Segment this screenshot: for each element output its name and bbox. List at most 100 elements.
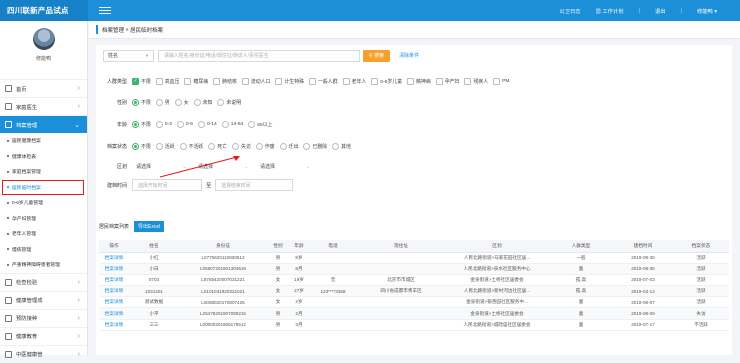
chevron-down-icon: ⌄ (306, 163, 310, 169)
sidebar-item-home[interactable]: 首页 › (0, 79, 87, 97)
sidebar-item-label: 档案管理 (16, 122, 38, 129)
export-excel-button[interactable]: 导出Excel (134, 220, 165, 232)
user-menu[interactable]: 修能鸭 ▾ (697, 7, 717, 15)
table-row[interactable]: 档案详情 小红 L0775620110830512 男 8岁 人民北路街道>马家花园社区居… (99, 252, 729, 264)
sidebar-item-health-management[interactable]: 健康管理成 › (0, 290, 87, 309)
table-cell: 小红 (129, 252, 179, 264)
gender-option[interactable]: 女 (174, 98, 189, 106)
date-start-input[interactable]: 选择开始时间 (132, 179, 202, 191)
table-cell: 2019-08-07 (613, 296, 673, 309)
table-row[interactable]: 档案详情 1031401 L0101031920321021 女 27岁 123****3… (99, 285, 729, 298)
record-detail-link[interactable]: 档案详情 (99, 319, 129, 331)
status-option[interactable]: 失访 (232, 142, 251, 150)
sidebar-item-tcm[interactable]: 中医健康管 › (0, 344, 87, 363)
status-option[interactable]: 不活跃 (179, 142, 203, 150)
crowd-option[interactable]: 老年人 (342, 77, 366, 85)
sidebar-item-label: 健康管理成 (16, 298, 43, 304)
option-label: 死亡 (217, 144, 228, 150)
crowd-option[interactable]: 高血压 (155, 77, 179, 85)
sidebar-item-education[interactable]: 健康教育 › (0, 326, 87, 345)
age-option[interactable]: 14-64 (221, 120, 243, 128)
status-option[interactable]: 作废 (255, 142, 275, 150)
top-link-plan[interactable]: ▦ 工作计划 (596, 7, 624, 15)
crowd-option[interactable]: 精神病 (407, 77, 431, 85)
radio-selected-icon (132, 142, 139, 150)
gender-option[interactable]: 不限 (132, 98, 151, 106)
clear-filters-link[interactable]: 清除条件 (399, 52, 419, 59)
crowd-option[interactable]: ✓ 不限 (132, 77, 151, 85)
gender-option[interactable]: 未说明 (217, 98, 241, 106)
age-option[interactable]: 不限 (132, 120, 151, 128)
sidebar-item-records[interactable]: 档案管理 ⌄ (0, 115, 87, 133)
sidebar-subitem-label: 居民健康档案 (12, 139, 41, 145)
status-option[interactable]: 活跃 (155, 142, 175, 150)
record-detail-link[interactable]: 档案详情 (99, 285, 129, 298)
sidebar-item-inspection[interactable]: 检查检验 › (0, 272, 87, 291)
search-button[interactable]: ⚲ 搜索 (363, 49, 391, 62)
filter-age: 年龄 不限 0-3 0-6 0-14 14-64 65以上 (96, 118, 278, 130)
gender-option[interactable]: 男 (155, 98, 170, 106)
sidebar-subitem[interactable]: 慢病管理 (0, 242, 87, 258)
age-option[interactable]: 0-3 (155, 120, 172, 128)
option-label: 不限 (141, 144, 151, 150)
breadcrumb-section[interactable]: 档案管理 (102, 26, 124, 34)
status-option[interactable]: 不限 (132, 142, 151, 150)
age-option[interactable]: 0-6 (176, 120, 193, 128)
menu-toggle-icon[interactable] (98, 6, 112, 16)
sidebar-subitem[interactable]: 家庭档案管理 (0, 164, 87, 180)
record-detail-link[interactable]: 档案详情 (99, 296, 129, 309)
table-row[interactable]: 档案详情 小白 L0580720190130451​9 男 8月 人民北路街道>泉水社区服… (99, 263, 729, 275)
age-option[interactable]: 65以上 (248, 120, 273, 128)
table-cell: 测试数据 (129, 296, 179, 309)
table-cell (309, 263, 357, 275)
gender-option[interactable]: 未知 (193, 98, 212, 106)
crowd-option[interactable]: 0-6岁儿童 (371, 77, 402, 85)
crowd-option[interactable]: 糖尿病 (184, 77, 208, 85)
crowd-option[interactable]: 孕产妇 (435, 77, 459, 85)
record-detail-link[interactable]: 档案详情 (99, 307, 129, 320)
record-detail-link[interactable]: 档案详情 (99, 274, 129, 287)
table-row[interactable]: 档案详情 测试数据 L0058020170807425 女 2岁 金泉街道>银杏园社区服务… (99, 296, 729, 309)
sidebar-item-label: 首页 (16, 86, 27, 93)
sidebar-subitem[interactable]: 孕产妇管理 (0, 211, 87, 227)
top-link-log[interactable]: 公卫日志 (559, 7, 580, 15)
search-field-select[interactable]: 姓名 ▼ (103, 49, 154, 62)
record-detail-link[interactable]: 档案详情 (99, 252, 129, 264)
table-cell: 人民北路街道>马家花园社区居... (445, 252, 549, 264)
crowd-option[interactable]: PM (493, 77, 509, 85)
region-select-3[interactable]: 请选择 ⌄ (256, 160, 314, 172)
sidebar-subitem[interactable]: 0-6岁儿童管理 (0, 195, 87, 211)
sidebar-subitem[interactable]: 老年人管理 (0, 226, 87, 242)
status-option[interactable]: 迁出 (279, 142, 298, 150)
search-input[interactable]: 请输入姓名/身份证/电话/现住址/随访人/责任医生 (158, 49, 360, 62)
logout-link[interactable]: 退出 (655, 7, 666, 15)
status-option[interactable]: 其他 (332, 142, 351, 150)
table-row[interactable]: 档案详情 0703 L8765420007031221 女 19岁无北京市市城区 金泉街道… (99, 274, 729, 287)
table-cell: 小白 (129, 263, 179, 275)
sidebar-item-family-doctor[interactable]: 家庭医生 › (0, 97, 87, 115)
option-label: 已删除 (312, 144, 328, 150)
table-row[interactable]: 档案详情 小平 L2547820190708021​5 男 2月 金泉街道>土桥社区居委会… (99, 307, 729, 320)
status-option[interactable]: 死亡 (208, 142, 228, 150)
date-end-input[interactable]: 选择结束时间 (215, 179, 294, 191)
crowd-option[interactable]: 残疾人 (464, 77, 488, 85)
crowd-option[interactable]: 一般人群 (309, 77, 338, 85)
sidebar-subitem[interactable]: 居民健康档案 (0, 133, 87, 149)
table-cell: 无 (309, 274, 357, 287)
crowd-option[interactable]: 肺结核 (213, 77, 237, 85)
sidebar-item-vaccination[interactable]: 预防接种 › (0, 308, 87, 327)
age-option[interactable]: 0-14 (197, 120, 217, 128)
radio-icon (176, 120, 184, 128)
status-option[interactable]: 已删除 (303, 142, 328, 150)
record-detail-link[interactable]: 档案详情 (99, 263, 129, 275)
crowd-option[interactable]: 流动人口 (241, 77, 270, 85)
sidebar-subitem[interactable]: 健康体检表 (0, 149, 87, 165)
crowd-option[interactable]: 计生特殊 (275, 77, 304, 85)
sidebar-subitem-current[interactable]: 居民临时档案 (2, 179, 84, 195)
bullet-icon (7, 248, 9, 251)
sidebar-item-label: 家庭医生 (16, 104, 38, 111)
table-row[interactable]: 档案详情 三三 L0000020190617851​2 男 3月 人民北路街道>城隍庙社区… (99, 319, 729, 331)
checkbox-icon (309, 77, 317, 85)
table-cell: 一般 (549, 252, 613, 264)
sidebar-subitem[interactable]: 严重精神障碍患者管理 (0, 257, 87, 273)
